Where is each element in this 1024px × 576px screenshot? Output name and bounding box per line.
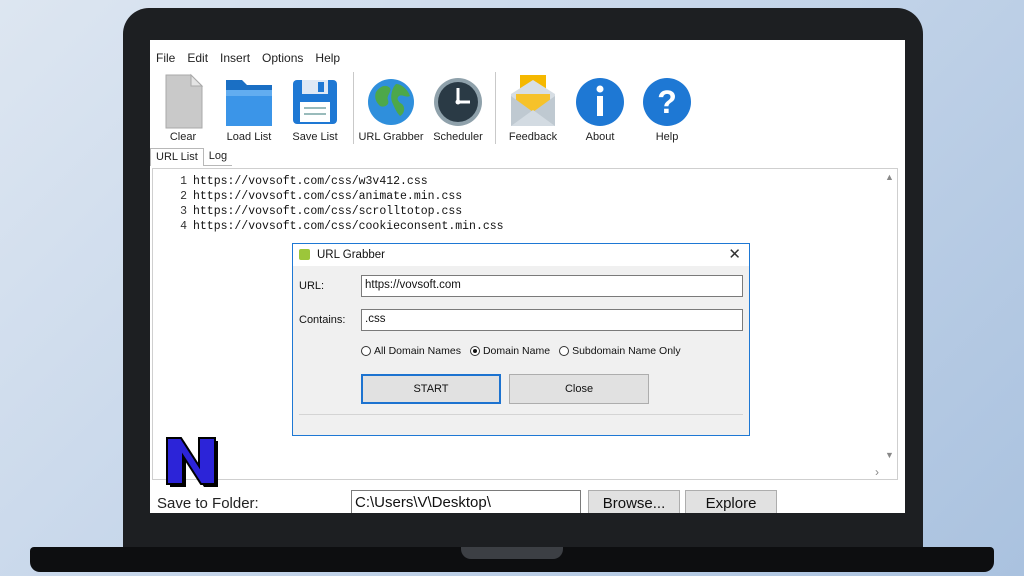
save-to-folder-label: Save to Folder: — [157, 495, 259, 512]
list-item: 1 https://vovsoft.com/css/w3v412.css — [167, 174, 504, 189]
close-icon[interactable]: ✕ — [728, 246, 741, 264]
menu-options[interactable]: Options — [256, 50, 309, 68]
scroll-up-icon[interactable]: ▲ — [885, 172, 894, 182]
list-item: 2 https://vovsoft.com/css/animate.min.css — [167, 189, 504, 204]
n-logo-icon — [166, 437, 218, 487]
scroll-right-icon[interactable]: › — [875, 465, 879, 479]
url-text: https://vovsoft.com/css/w3v412.css — [193, 175, 428, 188]
menu-edit[interactable]: Edit — [181, 50, 214, 68]
list-item: 4 https://vovsoft.com/css/cookieconsent.m… — [167, 219, 504, 234]
app-window: File Edit Insert Options Help Clear Load… — [150, 40, 905, 513]
scroll-down-icon[interactable]: ▼ — [885, 450, 894, 460]
save-list-label: Save List — [292, 131, 338, 143]
menu-help[interactable]: Help — [309, 50, 346, 68]
folder-icon — [226, 80, 272, 126]
contains-input[interactable]: .css — [361, 309, 743, 331]
question-mark-icon: ? — [643, 78, 691, 126]
svg-text:?: ? — [657, 84, 677, 120]
clock-icon — [434, 78, 482, 126]
browse-button[interactable]: Browse... — [588, 490, 680, 513]
save-list-button[interactable]: Save List — [282, 70, 348, 146]
url-label: URL: — [299, 280, 325, 292]
domain-radio-group: All Domain Names Domain Name Subdomain N… — [361, 345, 690, 357]
help-label: Help — [655, 131, 679, 143]
menu-insert[interactable]: Insert — [214, 50, 256, 68]
folder-path-field[interactable]: C:\Users\V\Desktop\ — [351, 490, 581, 513]
dialog-divider — [299, 414, 743, 415]
radio-label: All Domain Names — [374, 345, 461, 357]
line-number: 1 — [180, 175, 187, 188]
url-input[interactable]: https://vovsoft.com — [361, 275, 743, 297]
url-grabber-button[interactable]: URL Grabber — [358, 70, 424, 146]
radio-selected-icon — [469, 346, 480, 356]
clear-button[interactable]: Clear — [150, 70, 216, 146]
dialog-title-bar: URL Grabber ✕ — [293, 244, 749, 266]
app-icon — [299, 249, 310, 260]
radio-icon — [559, 346, 570, 356]
line-number: 2 — [180, 190, 187, 203]
url-text: https://vovsoft.com/css/scrolltotop.css — [193, 205, 463, 218]
url-list: 1 https://vovsoft.com/css/w3v412.css 2 htt… — [167, 174, 504, 234]
about-button[interactable]: About — [567, 70, 633, 146]
url-grabber-dialog: URL Grabber ✕ URL: https://vovsoft.com C… — [292, 243, 750, 436]
help-button[interactable]: ? Help — [634, 70, 700, 146]
list-item: 3 https://vovsoft.com/css/scrolltotop.css — [167, 204, 504, 219]
menu-bar: File Edit Insert Options Help — [150, 50, 346, 68]
radio-label: Subdomain Name Only — [572, 345, 681, 357]
feedback-button[interactable]: Feedback — [500, 70, 566, 146]
envelope-icon — [511, 75, 555, 126]
tab-bar: URL List Log — [150, 148, 233, 166]
start-button[interactable]: START — [361, 374, 501, 404]
radio-subdomain-name-only[interactable]: Subdomain Name Only — [559, 345, 681, 357]
line-number: 4 — [180, 220, 187, 233]
close-button[interactable]: Close — [509, 374, 649, 404]
radio-label: Domain Name — [482, 345, 551, 357]
blank-document-icon — [165, 73, 204, 129]
radio-domain-name[interactable]: Domain Name — [469, 345, 551, 357]
radio-all-domain-names[interactable]: All Domain Names — [361, 345, 461, 357]
scheduler-label: Scheduler — [433, 131, 483, 143]
info-icon — [576, 78, 624, 126]
scheduler-button[interactable]: Scheduler — [425, 70, 491, 146]
url-text: https://vovsoft.com/css/animate.min.css — [193, 190, 463, 203]
vertical-scrollbar[interactable]: ▲ ▼ — [881, 169, 897, 463]
dialog-title: URL Grabber — [317, 249, 385, 261]
toolbar: Clear Load List Save List URL Grabber Sc… — [150, 70, 905, 148]
globe-icon — [368, 79, 414, 125]
tab-url-list[interactable]: URL List — [150, 148, 204, 166]
menu-file[interactable]: File — [150, 50, 181, 68]
laptop-notch — [461, 547, 563, 559]
radio-icon — [361, 346, 371, 356]
url-text: https://vovsoft.com/css/cookieconsent.mi… — [193, 220, 504, 233]
floppy-disk-icon — [293, 80, 337, 124]
contains-label: Contains: — [299, 314, 346, 326]
load-list-button[interactable]: Load List — [216, 70, 282, 146]
tab-log[interactable]: Log — [203, 148, 233, 166]
explore-button[interactable]: Explore — [685, 490, 777, 513]
line-number: 3 — [180, 205, 187, 218]
horizontal-scrollbar[interactable]: › — [153, 463, 897, 479]
